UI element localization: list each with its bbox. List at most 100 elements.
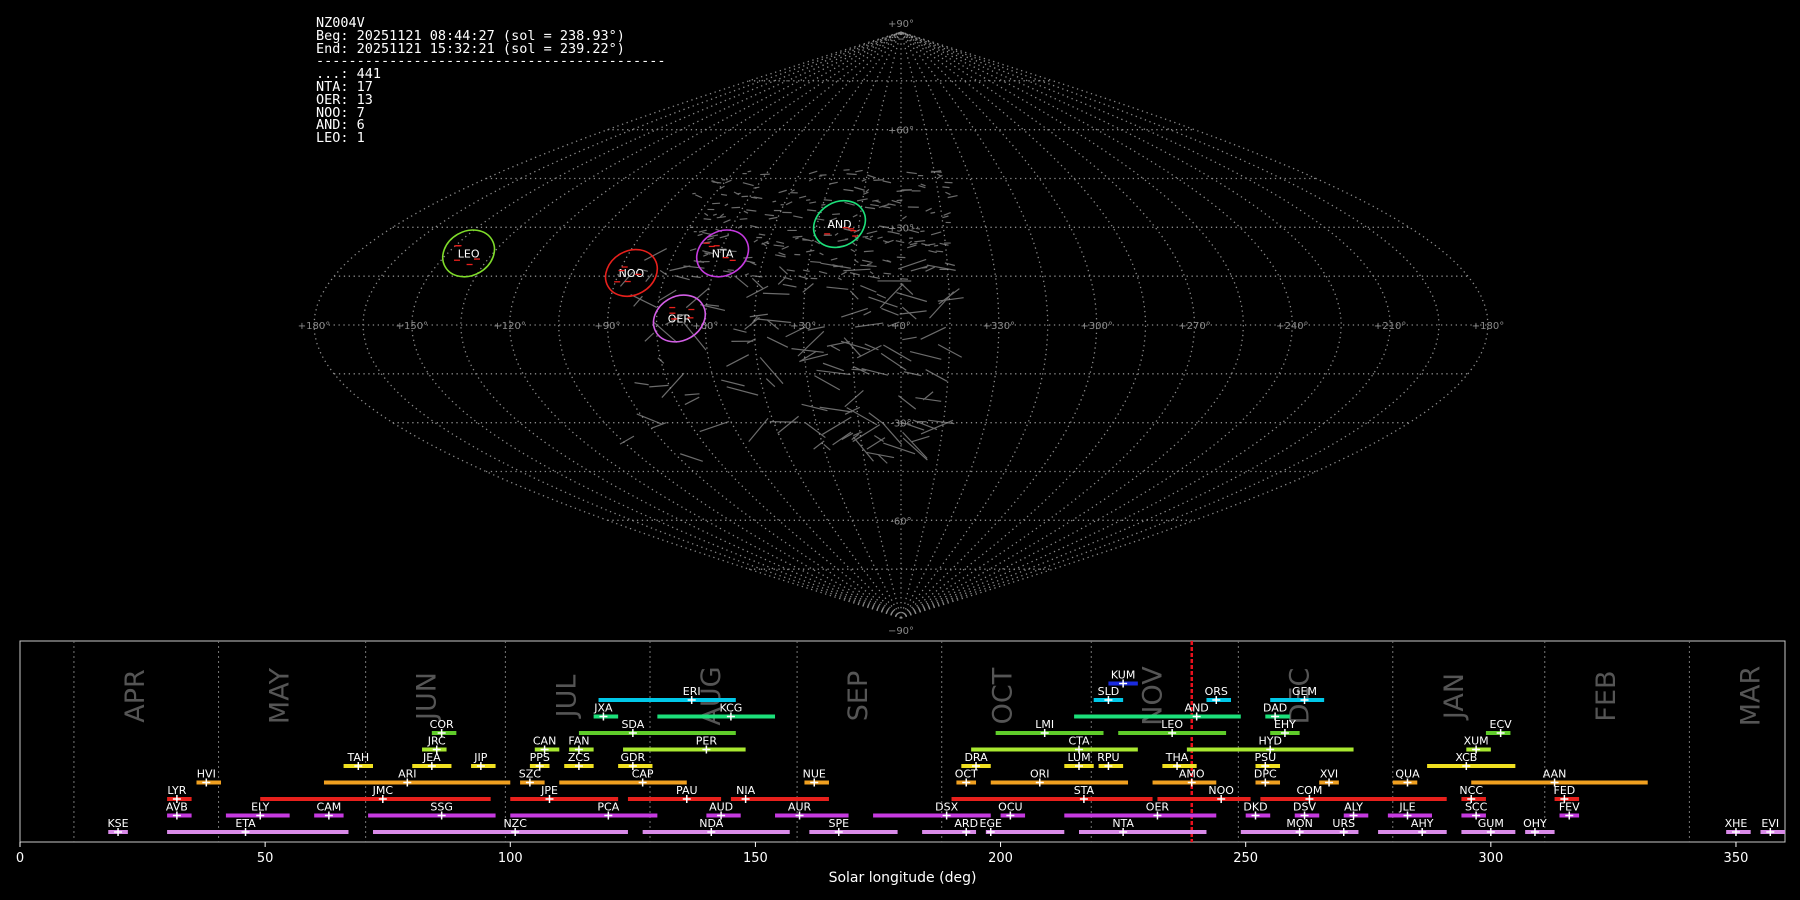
shower-label: NZC bbox=[503, 817, 527, 830]
shower-label: HYD bbox=[1258, 735, 1281, 748]
shower-label: URS bbox=[1332, 817, 1355, 830]
shower-label: FEV bbox=[1559, 801, 1580, 814]
shower-label: LUM bbox=[1067, 751, 1090, 764]
shower-nia: NIA bbox=[730, 784, 829, 803]
x-tick-label: 100 bbox=[498, 851, 523, 866]
shower-dkd: DKD bbox=[1243, 801, 1271, 820]
shower-label: JMC bbox=[372, 784, 394, 797]
shower-label: LEO bbox=[1161, 718, 1183, 731]
shower-label: DRA bbox=[964, 751, 988, 764]
shower-label: COR bbox=[430, 718, 454, 731]
shower-label: HVI bbox=[197, 768, 216, 781]
shower-label: JPE bbox=[540, 784, 558, 797]
shower-hvi: HVI bbox=[196, 768, 222, 787]
shower-bar bbox=[809, 830, 898, 834]
shower-label: ALY bbox=[1344, 801, 1363, 814]
shower-kse: KSE bbox=[107, 817, 129, 836]
shower-label: QUA bbox=[1395, 768, 1420, 781]
shower-ege: EGE bbox=[980, 817, 1065, 836]
month-label: JUN bbox=[412, 672, 443, 722]
shower-bar bbox=[1064, 813, 1217, 818]
shower-spe: SPE bbox=[809, 817, 898, 836]
shower-bar bbox=[1240, 830, 1344, 834]
shower-label: OCU bbox=[998, 801, 1022, 814]
month-label: MAY bbox=[265, 667, 296, 724]
shower-bar bbox=[598, 698, 736, 702]
shower-label: PER bbox=[696, 735, 718, 748]
x-axis: 0 50 100 150 200 250 300 350 bbox=[16, 842, 1748, 866]
shower-label: ECV bbox=[1490, 718, 1513, 731]
shower-bars: KUM ERI SLD ORS GEM JXA KCG AND DAD COR SDA LMI LEO E… bbox=[107, 669, 1785, 836]
shower-label: DPC bbox=[1254, 768, 1277, 781]
shower-label: JEA bbox=[422, 751, 441, 764]
month-label: OCT bbox=[988, 667, 1019, 724]
shower-label: AUD bbox=[709, 801, 733, 814]
x-tick-label: 50 bbox=[257, 851, 274, 866]
shower-jmc: JMC bbox=[260, 784, 491, 803]
shower-label: XCB bbox=[1455, 751, 1477, 764]
shower-label: SDA bbox=[621, 718, 644, 731]
shower-label: PAU bbox=[676, 784, 698, 797]
shower-label: NUE bbox=[803, 768, 826, 781]
shower-fev: FEV bbox=[1559, 801, 1580, 820]
shower-label: GUM bbox=[1478, 817, 1504, 830]
shower-bar bbox=[510, 813, 658, 818]
shower-tah: TAH bbox=[343, 751, 373, 770]
shower-xcb: XCB bbox=[1427, 751, 1516, 770]
shower-cam: CAM bbox=[314, 801, 344, 820]
shower-label: EVI bbox=[1761, 817, 1779, 830]
shower-jip: JIP bbox=[471, 751, 496, 770]
month-label: SEP bbox=[843, 671, 874, 721]
month-label: JUL bbox=[551, 675, 582, 720]
shower-bar bbox=[642, 830, 790, 834]
shower-lum: LUM bbox=[1064, 751, 1094, 770]
shower-bar bbox=[1152, 780, 1217, 785]
shower-leo: LEO bbox=[1118, 718, 1227, 737]
shower-nue: NUE bbox=[803, 768, 829, 787]
shower-label: LMI bbox=[1035, 718, 1054, 731]
shower-label: CAN bbox=[533, 735, 556, 748]
shower-bar bbox=[657, 714, 776, 719]
month-label: MAR bbox=[1735, 666, 1766, 727]
x-tick-label: 0 bbox=[16, 851, 24, 866]
shower-jxa: JXA bbox=[593, 702, 619, 721]
shower-label: GDR bbox=[621, 751, 646, 764]
shower-bar bbox=[951, 797, 1153, 801]
shower-label: ORI bbox=[1030, 768, 1050, 781]
shower-label: OCT bbox=[955, 768, 978, 781]
shower-bar bbox=[1079, 830, 1207, 834]
shower-label: STA bbox=[1074, 784, 1095, 797]
shower-label: OHY bbox=[1523, 817, 1547, 830]
shower-ocu: OCU bbox=[998, 801, 1026, 820]
shower-bar bbox=[1378, 830, 1447, 834]
shower-label: AND bbox=[1185, 702, 1209, 715]
shower-label: PCA bbox=[597, 801, 619, 814]
shower-bar bbox=[1525, 830, 1555, 834]
shower-label: OER bbox=[1146, 801, 1170, 814]
shower-label: DAD bbox=[1263, 702, 1287, 715]
shower-label: ARD bbox=[954, 817, 978, 830]
shower-label: JLE bbox=[1398, 801, 1415, 814]
x-tick-label: 300 bbox=[1478, 851, 1503, 866]
shower-nzc: NZC bbox=[373, 817, 628, 836]
shower-label: ORS bbox=[1205, 685, 1228, 698]
shower-ohy: OHY bbox=[1523, 817, 1555, 836]
shower-label: THA bbox=[1165, 751, 1189, 764]
shower-label: XUM bbox=[1464, 735, 1489, 748]
shower-gum: GUM bbox=[1461, 817, 1516, 836]
shower-label: NTA bbox=[1112, 817, 1134, 830]
shower-bar bbox=[559, 780, 687, 785]
shower-noo: NOO bbox=[1157, 784, 1251, 803]
shower-label: DSV bbox=[1293, 801, 1316, 814]
x-tick-label: 200 bbox=[988, 851, 1013, 866]
shower-pau: PAU bbox=[627, 784, 722, 803]
shower-label: NCC bbox=[1459, 784, 1483, 797]
x-axis-label: Solar longitude (deg) bbox=[829, 870, 977, 886]
shower-label: NIA bbox=[736, 784, 755, 797]
shower-bar bbox=[368, 813, 496, 818]
shower-bar bbox=[985, 830, 1065, 834]
shower-label: LYR bbox=[167, 784, 186, 797]
shower-ari: ARI bbox=[323, 768, 511, 787]
shower-sld: SLD bbox=[1093, 685, 1124, 704]
shower-bar bbox=[323, 780, 511, 785]
